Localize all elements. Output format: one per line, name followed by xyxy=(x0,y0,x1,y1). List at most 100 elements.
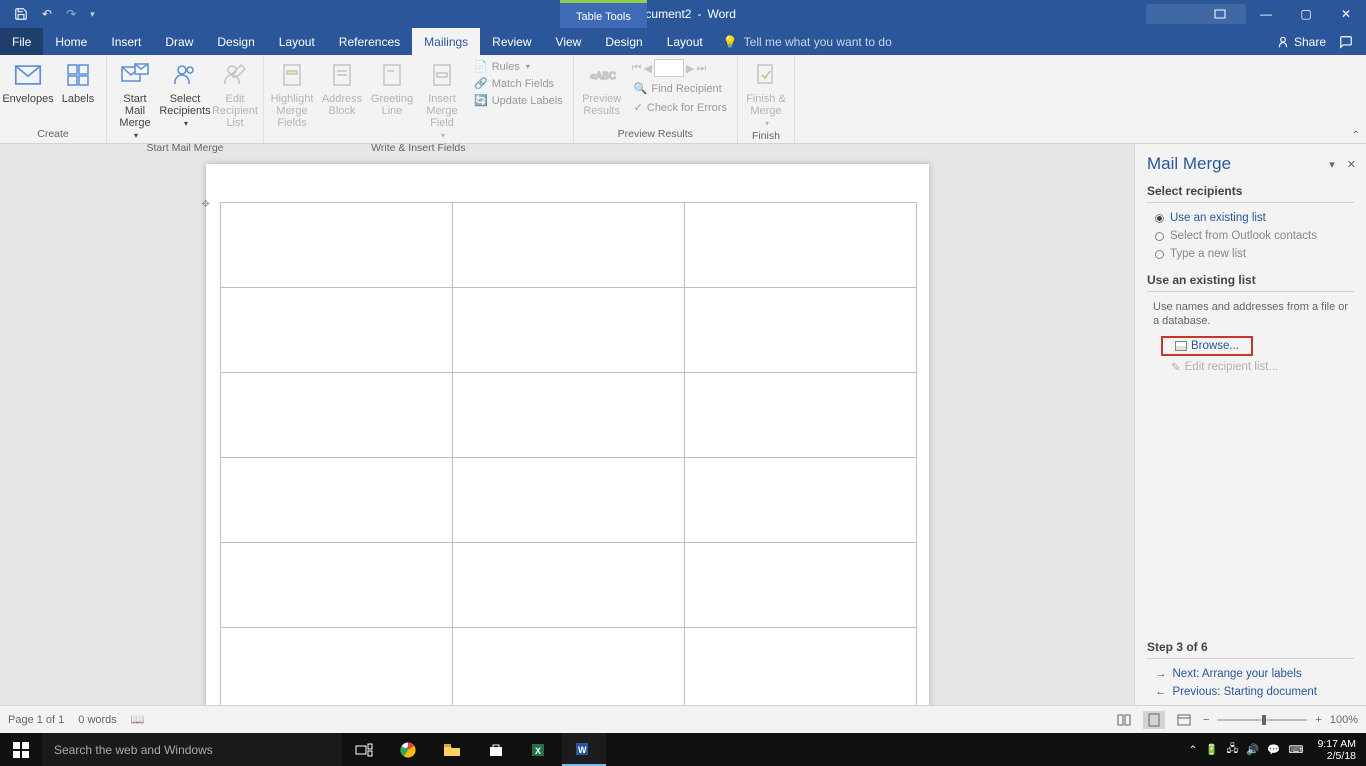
page-status[interactable]: Page 1 of 1 xyxy=(8,714,64,726)
pane-title: Mail Merge xyxy=(1147,154,1231,174)
start-mail-merge-button[interactable]: Start Mail Merge ▾ xyxy=(111,57,159,142)
zoom-slider[interactable] xyxy=(1217,719,1307,721)
use-existing-heading: Use an existing list xyxy=(1147,273,1354,292)
step-label: Step 3 of 6 xyxy=(1147,640,1354,659)
label-cell[interactable] xyxy=(684,373,916,458)
document-page[interactable]: ✥ xyxy=(206,164,929,705)
tab-review[interactable]: Review xyxy=(480,28,543,55)
tray-chevron-icon[interactable]: ⌃ xyxy=(1189,744,1198,756)
label-cell[interactable] xyxy=(452,543,684,628)
labels-icon xyxy=(62,59,94,91)
recipients-icon xyxy=(169,59,201,91)
tab-tt-layout[interactable]: Layout xyxy=(655,28,715,55)
label-cell[interactable] xyxy=(220,203,452,288)
start-button[interactable] xyxy=(0,733,42,766)
svg-text:«ABC»: «ABC» xyxy=(590,71,616,82)
next-step-link[interactable]: → Next: Arrange your labels xyxy=(1147,665,1354,683)
redo-icon[interactable]: ↷ xyxy=(66,7,76,21)
use-existing-hint: Use names and addresses from a file or a… xyxy=(1147,298,1354,336)
excel-icon[interactable]: X xyxy=(518,733,562,766)
zoom-out-icon[interactable]: − xyxy=(1203,714,1209,726)
print-layout-icon[interactable] xyxy=(1143,711,1165,729)
browse-button[interactable]: Browse... xyxy=(1161,336,1253,356)
tab-home[interactable]: Home xyxy=(43,28,99,55)
word-icon[interactable]: W xyxy=(562,733,606,766)
minimize-icon[interactable]: — xyxy=(1254,7,1278,21)
network-icon[interactable]: 🖧 xyxy=(1226,741,1238,759)
label-cell[interactable] xyxy=(684,543,916,628)
insert-merge-field-button: Insert Merge Field ▾ xyxy=(418,57,466,142)
envelopes-button[interactable]: Envelopes xyxy=(4,57,52,107)
save-icon[interactable] xyxy=(14,7,28,21)
label-cell[interactable] xyxy=(684,628,916,706)
zoom-value[interactable]: 100% xyxy=(1330,714,1358,726)
chevron-down-icon: ▾ xyxy=(134,131,138,140)
arrow-left-icon: ← xyxy=(1155,686,1167,698)
edit-recipient-list-link: ✎ Edit recipient list... xyxy=(1147,356,1354,374)
tab-view[interactable]: View xyxy=(544,28,594,55)
label-cell[interactable] xyxy=(452,203,684,288)
labels-button[interactable]: Labels xyxy=(54,57,102,107)
radio-outlook-contacts[interactable]: Select from Outlook contacts xyxy=(1147,227,1354,245)
label-cell[interactable] xyxy=(220,288,452,373)
tab-draw[interactable]: Draw xyxy=(153,28,205,55)
label-table[interactable] xyxy=(220,202,917,705)
chrome-icon[interactable] xyxy=(386,733,430,766)
store-icon[interactable] xyxy=(474,733,518,766)
radio-type-new-list[interactable]: Type a new list xyxy=(1147,245,1354,263)
label-cell[interactable] xyxy=(452,373,684,458)
label-cell[interactable] xyxy=(684,288,916,373)
comments-icon[interactable] xyxy=(1338,35,1354,49)
word-count[interactable]: 0 words xyxy=(78,714,117,726)
battery-icon[interactable]: 🔋 xyxy=(1205,743,1218,756)
tab-mailings[interactable]: Mailings xyxy=(412,28,480,55)
web-layout-icon[interactable] xyxy=(1173,711,1195,729)
pane-close-icon[interactable]: ✕ xyxy=(1347,158,1356,171)
maximize-icon[interactable]: ▢ xyxy=(1294,7,1318,21)
tab-insert[interactable]: Insert xyxy=(99,28,153,55)
tab-tt-design[interactable]: Design xyxy=(593,28,654,55)
label-cell[interactable] xyxy=(684,203,916,288)
share-button[interactable]: Share xyxy=(1276,35,1326,49)
tab-file[interactable]: File xyxy=(0,28,43,55)
clock[interactable]: 9:17 AM 2/5/18 xyxy=(1311,738,1362,762)
label-cell[interactable] xyxy=(452,628,684,706)
undo-icon[interactable]: ↶ xyxy=(42,7,52,21)
find-icon: 🔍 xyxy=(634,82,648,95)
taskbar-search[interactable]: Search the web and Windows xyxy=(42,733,342,766)
label-cell[interactable] xyxy=(220,628,452,706)
label-cell[interactable] xyxy=(452,288,684,373)
close-icon[interactable]: ✕ xyxy=(1334,7,1358,21)
address-icon xyxy=(326,59,358,91)
select-recipients-button[interactable]: Select Recipients ▾ xyxy=(161,57,209,130)
label-cell[interactable] xyxy=(220,543,452,628)
collapse-ribbon-icon[interactable]: ⌃ xyxy=(1352,130,1360,141)
label-cell[interactable] xyxy=(684,458,916,543)
title-bar: ↶ ↷ ▾ Document2 - Word Table Tools — ▢ ✕ xyxy=(0,0,1366,28)
notifications-icon[interactable]: 💬 xyxy=(1267,743,1280,756)
browse-icon xyxy=(1175,341,1187,351)
zoom-in-icon[interactable]: + xyxy=(1315,714,1321,726)
qa-dropdown-icon[interactable]: ▾ xyxy=(90,9,95,20)
tab-layout[interactable]: Layout xyxy=(267,28,327,55)
pane-options-icon[interactable]: ▾ xyxy=(1329,158,1335,171)
task-view-icon[interactable] xyxy=(342,733,386,766)
ribbon-display-icon[interactable] xyxy=(1214,9,1238,19)
label-cell[interactable] xyxy=(220,373,452,458)
tab-references[interactable]: References xyxy=(327,28,412,55)
tell-me-search[interactable]: 💡 Tell me what you want to do xyxy=(723,35,892,49)
label-cell[interactable] xyxy=(220,458,452,543)
label-cell[interactable] xyxy=(452,458,684,543)
insert-field-icon xyxy=(426,59,458,91)
read-mode-icon[interactable] xyxy=(1113,711,1135,729)
file-explorer-icon[interactable] xyxy=(430,733,474,766)
spellcheck-icon[interactable]: 📖 xyxy=(131,713,145,726)
tab-design[interactable]: Design xyxy=(205,28,266,55)
radio-use-existing[interactable]: Use an existing list xyxy=(1147,209,1354,227)
table-anchor-icon[interactable]: ✥ xyxy=(202,200,210,208)
keyboard-icon[interactable]: ⌨ xyxy=(1288,744,1303,756)
prev-step-link[interactable]: ← Previous: Starting document xyxy=(1147,683,1354,701)
document-area[interactable]: ✥ xyxy=(0,144,1134,705)
workspace: ✥ Mail Merge ▾ ✕ Select recipients xyxy=(0,144,1366,705)
volume-icon[interactable]: 🔊 xyxy=(1246,743,1259,756)
